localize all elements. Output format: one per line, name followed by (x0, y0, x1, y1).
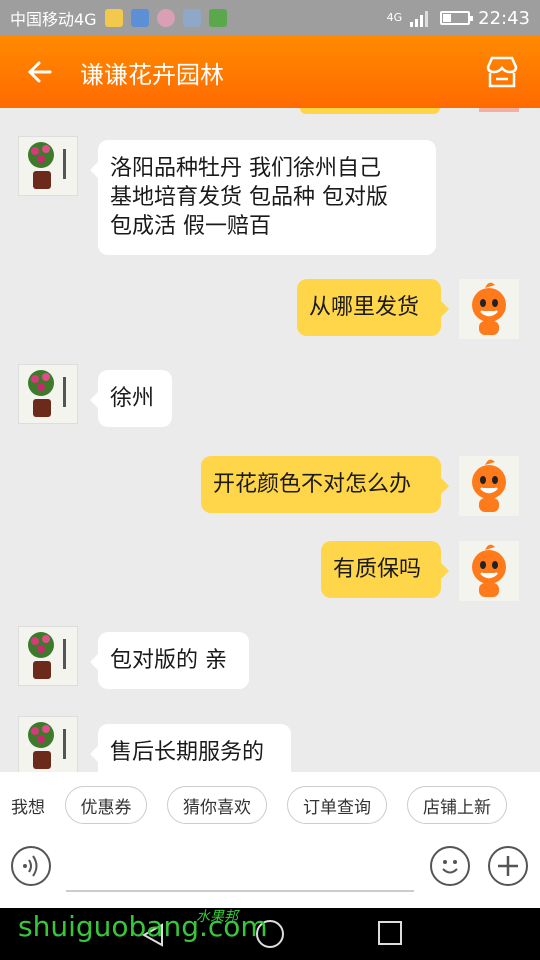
message-bubble[interactable]: 包对版的 亲 (90, 632, 249, 689)
quick-reply-label: 我想 (11, 797, 45, 818)
message-line: 开花颜色不对怎么办 (213, 472, 412, 497)
chat-list[interactable]: 洛阳品种牡丹 我们徐州自己 基地培育发货 包品种 包对版 包成活 假一赔百 从哪… (0, 108, 540, 772)
message-bubble[interactable]: 从哪里发货 (297, 279, 449, 336)
message-input[interactable] (66, 890, 414, 892)
seller-avatar[interactable] (18, 364, 78, 424)
nav-recent-icon[interactable] (378, 921, 402, 945)
quick-chip-recommend[interactable]: 猜你喜欢 (167, 786, 267, 824)
message-bubble[interactable]: 洛阳品种牡丹 我们徐州自己 基地培育发货 包品种 包对版 包成活 假一赔百 (90, 140, 436, 255)
mascot-icon (472, 459, 506, 512)
quick-reply-bar: 我想 优惠券 猜你喜欢 订单查询 店铺上新 (0, 772, 540, 838)
quick-chip-new-arrivals[interactable]: 店铺上新 (407, 786, 507, 824)
clock: 22:43 (478, 7, 530, 29)
signal-icon (410, 11, 429, 27)
previous-message-bubble (300, 108, 440, 114)
carrier-label: 中国移动4G (10, 10, 97, 29)
message-line: 洛阳品种牡丹 我们徐州自己 (110, 156, 381, 181)
voice-button[interactable] (11, 846, 51, 886)
back-button[interactable] (0, 58, 80, 86)
my-avatar[interactable] (459, 541, 519, 601)
previous-avatar (479, 108, 519, 112)
plus-icon (498, 856, 518, 876)
network-type: 4G (386, 11, 403, 24)
message-line: 售后长期服务的 (110, 740, 265, 765)
message-bubble[interactable]: 徐州 (90, 370, 172, 427)
notification-icon (104, 9, 123, 27)
more-button[interactable] (488, 846, 528, 886)
peony-pot-icon (28, 722, 66, 769)
battery-icon (440, 11, 474, 25)
shop-button[interactable] (464, 55, 540, 89)
message-line: 有质保吗 (333, 557, 422, 582)
notification-icon (208, 9, 227, 27)
peony-pot-icon (28, 370, 66, 417)
notification-icon (156, 9, 175, 27)
quick-chip-coupon[interactable]: 优惠券 (65, 786, 147, 824)
message-line: 包成活 假一赔百 (110, 214, 271, 239)
message-line: 从哪里发货 (309, 295, 420, 320)
seller-avatar[interactable] (18, 716, 78, 772)
my-avatar[interactable] (459, 456, 519, 516)
mascot-icon (472, 544, 506, 597)
arrow-left-icon (27, 61, 52, 83)
my-avatar[interactable] (459, 279, 519, 339)
store-icon (486, 56, 518, 88)
quick-chip-order-query[interactable]: 订单查询 (287, 786, 387, 824)
seller-avatar[interactable] (18, 626, 78, 686)
page-title: 谦谦花卉园林 (80, 60, 224, 89)
notification-icon (182, 9, 201, 27)
message-line: 徐州 (110, 386, 155, 411)
message-line: 包对版的 亲 (110, 648, 227, 673)
message-bubble[interactable]: 开花颜色不对怎么办 (201, 456, 449, 513)
watermark-logo: 水果邦 (196, 909, 238, 925)
emoji-button[interactable] (430, 846, 470, 886)
peony-pot-icon (28, 632, 66, 679)
mascot-icon (472, 282, 506, 335)
seller-avatar[interactable] (18, 136, 78, 196)
message-bubble[interactable]: 有质保吗 (321, 541, 449, 598)
voice-icon (23, 855, 38, 877)
smiley-icon (442, 860, 458, 874)
peony-pot-icon (28, 142, 66, 189)
chat-header: 谦谦花卉园林 (0, 36, 540, 108)
notification-icon (130, 9, 149, 27)
input-bar (0, 838, 540, 908)
message-line: 基地培育发货 包品种 包对版 (110, 185, 388, 210)
message-bubble[interactable]: 售后长期服务的 (90, 724, 291, 772)
status-bar: 中国移动4G 4G 22:43 (0, 0, 540, 36)
